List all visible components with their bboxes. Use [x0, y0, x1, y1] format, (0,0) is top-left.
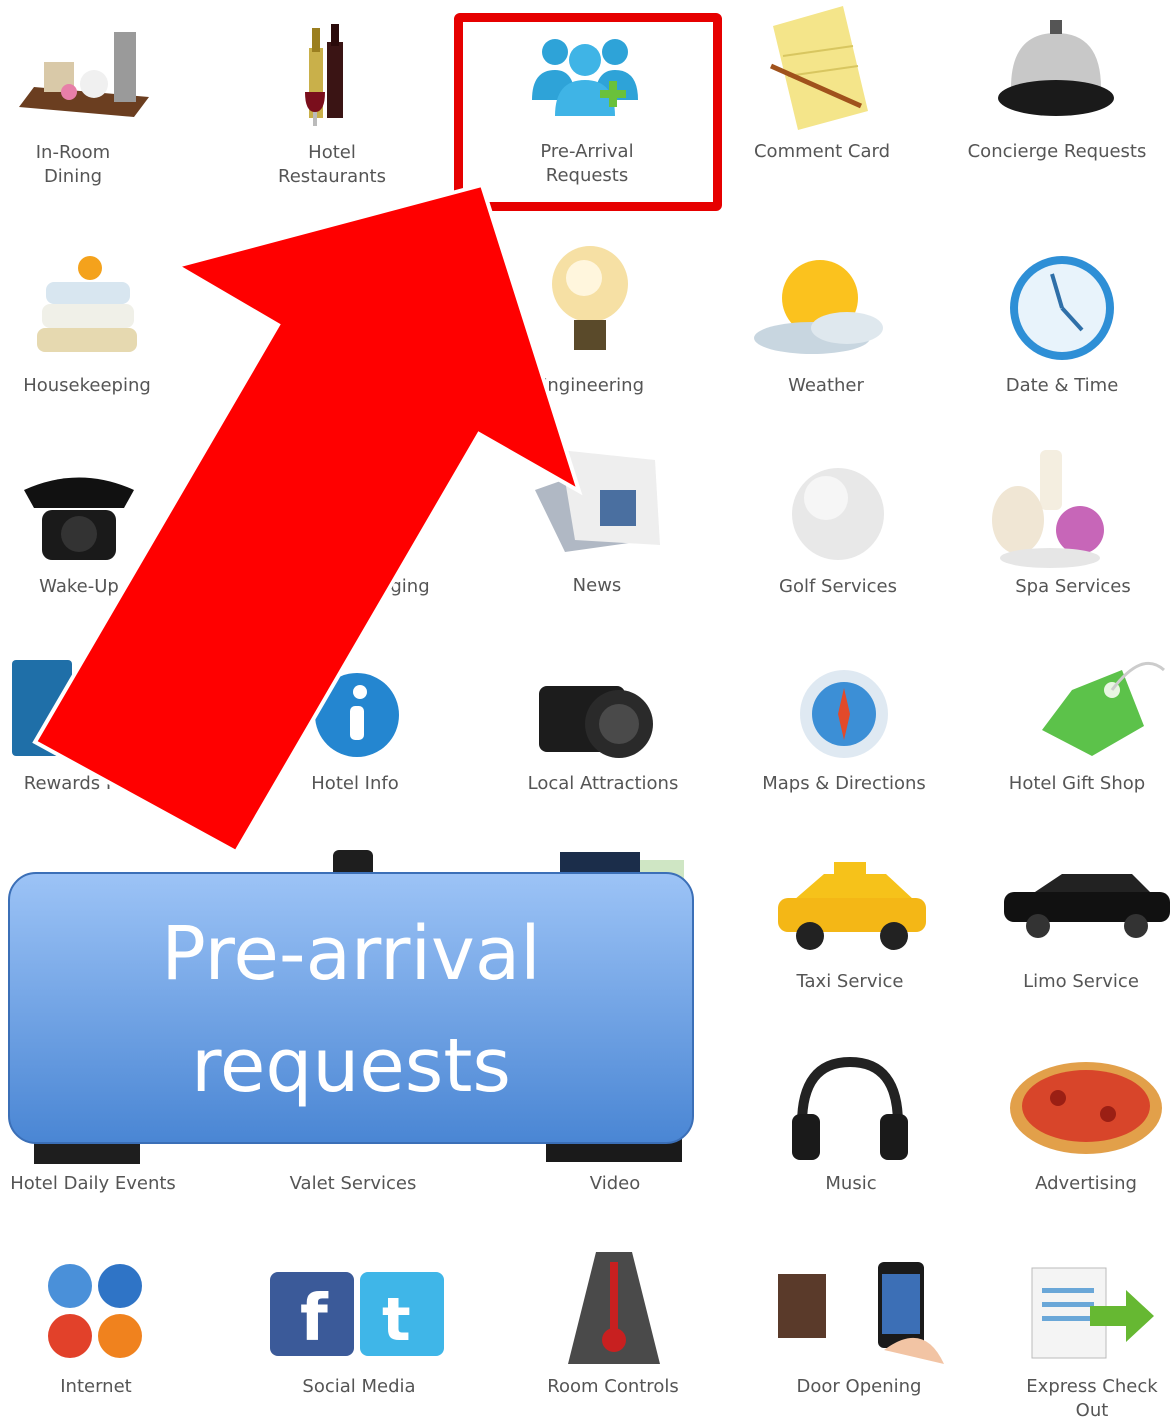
callout-line-2: requests: [191, 1023, 511, 1109]
tile-label-hotel-gift-shop[interactable]: Hotel Gift Shop: [967, 772, 1173, 796]
taxi-icon[interactable]: [774, 860, 930, 952]
tile-label-video[interactable]: Video: [505, 1172, 725, 1196]
tile-label-comment-card[interactable]: Comment Card: [712, 140, 932, 164]
express-checkout-icon[interactable]: [1030, 1266, 1156, 1360]
headphones-icon[interactable]: [790, 1054, 910, 1164]
tile-label-maps-directions[interactable]: Maps & Directions: [734, 772, 954, 796]
tile-label-weather[interactable]: Weather: [716, 374, 936, 398]
comment-card-icon[interactable]: [763, 6, 873, 130]
door-opening-icon[interactable]: [774, 1260, 946, 1364]
clock-icon[interactable]: [1006, 252, 1118, 364]
tile-label-door-opening[interactable]: Door Opening: [749, 1375, 969, 1399]
browsers-icon[interactable]: [44, 1260, 146, 1362]
tile-label-limo-service[interactable]: Limo Service: [971, 970, 1173, 994]
tile-label-date-time[interactable]: Date & Time: [952, 374, 1172, 398]
spa-products-icon[interactable]: [990, 440, 1116, 570]
red-arrow-annotation: [32, 182, 583, 855]
tile-label-internet[interactable]: Internet: [0, 1375, 206, 1399]
svg-text:f: f: [300, 1282, 329, 1356]
tile-label-advertising[interactable]: Advertising: [976, 1172, 1173, 1196]
gift-tag-icon[interactable]: [1032, 650, 1166, 762]
tile-label-social-media[interactable]: Social Media: [249, 1375, 469, 1399]
compass-icon[interactable]: [798, 668, 890, 760]
pizza-icon[interactable]: [1008, 1058, 1164, 1158]
tile-label-taxi-service[interactable]: Taxi Service: [740, 970, 960, 994]
tile-label-spa-services[interactable]: Spa Services: [963, 575, 1173, 599]
tile-label-room-controls[interactable]: Room Controls: [503, 1375, 723, 1399]
concierge-bell-icon[interactable]: [996, 18, 1116, 122]
tile-label-concierge-requests[interactable]: Concierge Requests: [947, 140, 1167, 164]
golf-ball-icon[interactable]: [790, 466, 886, 562]
tile-label-express-check-out[interactable]: Express Check Out: [982, 1375, 1173, 1423]
callout-line-1: Pre-arrival: [161, 911, 541, 997]
social-media-icon[interactable]: f t: [270, 1270, 446, 1358]
tile-label-hotel-daily-events[interactable]: Hotel Daily Events: [0, 1172, 203, 1196]
tile-label-golf-services[interactable]: Golf Services: [728, 575, 948, 599]
tile-label-music[interactable]: Music: [741, 1172, 961, 1196]
svg-text:t: t: [382, 1285, 411, 1355]
tile-label-valet-services[interactable]: Valet Services: [243, 1172, 463, 1196]
limo-icon[interactable]: [1002, 864, 1172, 944]
pre-arrival-callout: Pre-arrival requests: [8, 872, 694, 1144]
thermometer-icon[interactable]: [566, 1252, 662, 1364]
weather-sun-icon[interactable]: [752, 248, 886, 358]
